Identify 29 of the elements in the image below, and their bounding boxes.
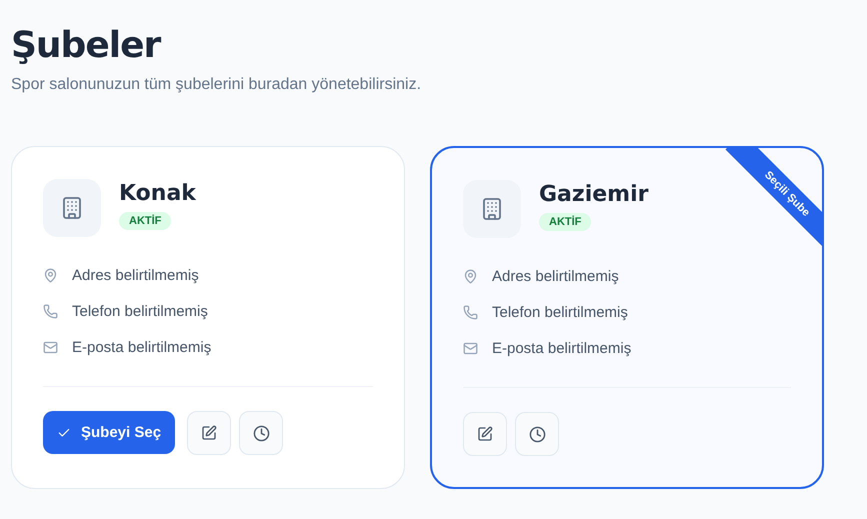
branch-name: Gaziemir (539, 182, 648, 207)
edit-button[interactable] (463, 412, 507, 456)
edit-icon (477, 426, 493, 442)
select-branch-button[interactable]: Şubeyi Seç (43, 411, 176, 454)
status-badge: AKTİF (119, 212, 172, 230)
page-title: Şubeler (11, 24, 162, 68)
phone-icon (463, 305, 478, 320)
status-badge: AKTİF (539, 213, 592, 231)
detail-text: Adres belirtilmemiş (72, 267, 199, 284)
mail-icon (463, 341, 478, 356)
building-icon (463, 180, 521, 238)
edit-icon (201, 425, 218, 441)
detail-text: Telefon belirtilmemiş (72, 303, 208, 320)
location-pin-icon (43, 268, 58, 283)
detail-text: Telefon belirtilmemiş (492, 304, 628, 321)
schedule-button[interactable] (515, 412, 559, 456)
clock-icon (528, 426, 546, 442)
branch-name: Konak (119, 181, 196, 206)
location-pin-icon (463, 269, 478, 284)
mail-icon (43, 340, 58, 355)
schedule-button[interactable] (239, 411, 284, 455)
detail-text: E-posta belirtilmemiş (72, 339, 212, 356)
building-icon (43, 179, 101, 237)
edit-button[interactable] (187, 411, 232, 455)
phone-icon (43, 304, 58, 319)
detail-text: Adres belirtilmemiş (492, 268, 619, 285)
clock-icon (252, 424, 270, 442)
detail-text: E-posta belirtilmemiş (492, 340, 632, 357)
page-subtitle: Spor salonunuzun tüm şubelerini buradan yönetebilirsiniz. (11, 76, 422, 94)
